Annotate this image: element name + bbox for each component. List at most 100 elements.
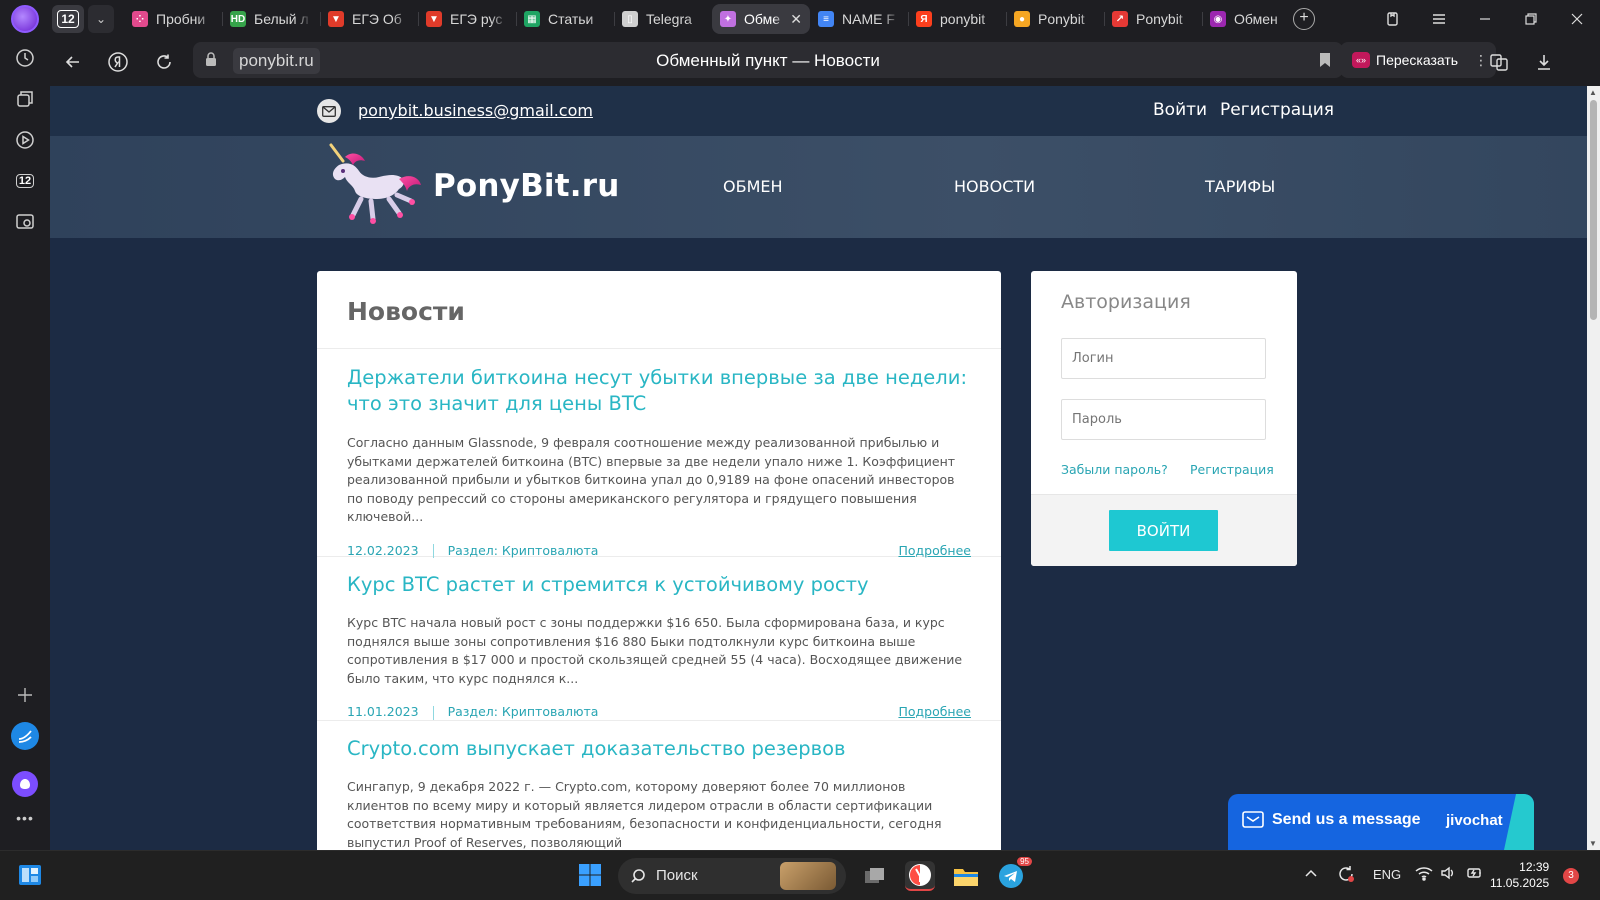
browser-tab-strip: 12 ⌄ ⁘ Пробни HD Белый л ▼ ЕГЭ Об ▼ ЕГЭ рус ▦ Ста… [0, 0, 1600, 38]
news-item-more-link[interactable]: Подробнее [898, 543, 971, 558]
more-vertical-icon[interactable]: ⋮ [1474, 52, 1488, 69]
browser-tab[interactable]: ≡ NAME F [810, 4, 908, 34]
password-input[interactable] [1061, 399, 1266, 440]
nav-tariffs-link[interactable]: ТАРИФЫ [1205, 177, 1275, 196]
browser-tab[interactable]: ▼ ЕГЭ Об [320, 4, 418, 34]
retell-label: Пересказать [1376, 52, 1459, 68]
login-input[interactable] [1061, 338, 1266, 379]
telegram-app-icon[interactable]: 95 [996, 857, 1032, 891]
unicorn-logo-icon[interactable] [325, 143, 425, 229]
news-item-title[interactable]: Держатели биткоина несут убытки впервые … [347, 365, 971, 417]
docs-icon: ≡ [818, 11, 834, 27]
news-item-title[interactable]: Курс BTC растет и стремится к устойчивом… [347, 572, 971, 598]
collections-icon[interactable] [1370, 0, 1416, 38]
browser-tab[interactable]: Яponybit [908, 4, 1006, 34]
browser-tab[interactable]: ⁘ Пробни [124, 4, 222, 34]
tab-count-button[interactable]: 12 [52, 5, 84, 33]
taskbar-search[interactable]: Поиск [618, 858, 846, 894]
more-dots-icon[interactable]: ••• [13, 806, 37, 830]
address-bar-row: ponybit.ru Обменный пункт — Новости «» П… [50, 38, 1600, 86]
browser-tab[interactable]: ◉ Обмен [1202, 4, 1300, 34]
chevron-down-icon[interactable]: ⌄ [88, 5, 114, 33]
jivochat-widget[interactable]: Send us a message jivochat [1228, 794, 1534, 850]
windows-taskbar: Поиск 95 ENG 12:39 11.05.2025 3 [0, 850, 1600, 900]
news-item-date: 11.01.2023 [347, 704, 419, 719]
envelope-icon [317, 99, 341, 123]
browser-tab-label: NAME F [842, 11, 895, 27]
speaker-icon[interactable] [1440, 865, 1456, 884]
news-item: Crypto.com выпускает доказательство резе… [317, 721, 1001, 850]
windows-start-icon[interactable] [578, 863, 602, 887]
browser-tab[interactable]: HD Белый л [222, 4, 320, 34]
notification-badge[interactable]: 3 [1563, 868, 1579, 884]
wifi-icon[interactable] [1415, 865, 1433, 884]
site-logo-text[interactable]: PonyBit.ru [433, 168, 620, 204]
tabs-stack-icon[interactable] [13, 87, 37, 111]
history-icon[interactable] [13, 46, 37, 70]
minimize-icon[interactable] [1462, 0, 1508, 38]
back-arrow-icon[interactable] [61, 50, 85, 74]
email-link[interactable]: ponybit.business@gmail.com [358, 101, 593, 120]
web-page: ponybit.business@gmail.com Войти Регистр… [50, 86, 1587, 850]
clock-date: 11.05.2025 [1490, 876, 1550, 890]
page-scrollbar[interactable]: ▲ ▼ [1587, 86, 1600, 850]
browser-tab-label: Telegra [646, 11, 692, 27]
widgets-icon[interactable] [18, 863, 42, 887]
browser-tab[interactable]: ✦ Обме ✕ [712, 4, 810, 34]
browser-tab-label: Белый л [254, 11, 309, 27]
browser-tab[interactable]: ▼ ЕГЭ рус [418, 4, 516, 34]
login-submit-button[interactable]: ВОЙТИ [1109, 510, 1218, 551]
browser-profile-icon[interactable] [11, 5, 39, 33]
system-clock[interactable]: 12:39 11.05.2025 [1490, 859, 1549, 891]
browser-tab[interactable]: ● Ponybit [1006, 4, 1104, 34]
browser-tab-label: Ponybit [1038, 11, 1085, 27]
page-icon: ▯ [622, 11, 638, 27]
battery-charging-icon[interactable] [1465, 865, 1483, 884]
top-register-link[interactable]: Регистрация [1220, 100, 1334, 120]
telegram-unread-badge: 95 [1017, 857, 1032, 866]
nav-exchange-link[interactable]: ОБМЕН [723, 177, 783, 196]
site-header: PonyBit.ru ОБМЕН НОВОСТИ ТАРИФЫ [50, 136, 1587, 238]
unicorn-icon: ✦ [720, 11, 736, 27]
yandex-browser-app-icon[interactable] [905, 861, 935, 891]
browser-tab[interactable]: ▯ Telegra [614, 4, 712, 34]
browser-tab[interactable]: ↗ Ponybit [1104, 4, 1202, 34]
scroll-down-arrow-icon[interactable]: ▼ [1589, 839, 1597, 848]
address-bar[interactable]: ponybit.ru Обменный пункт — Новости [193, 42, 1343, 78]
download-icon[interactable] [1532, 50, 1556, 74]
nav-news-link[interactable]: НОВОСТИ [954, 177, 1035, 196]
task-view-icon[interactable] [860, 861, 890, 891]
play-icon[interactable] [13, 128, 37, 152]
scroll-up-arrow-icon[interactable]: ▲ [1589, 88, 1597, 97]
forgot-password-link[interactable]: Забыли пароль? [1061, 462, 1168, 477]
news-item-title[interactable]: Crypto.com выпускает доказательство резе… [347, 736, 971, 762]
messenger-app-icon[interactable] [11, 722, 39, 750]
news-item-section: Раздел: Криптовалюта [447, 542, 599, 558]
counter-icon[interactable]: 12 [13, 169, 37, 193]
file-explorer-icon[interactable] [951, 861, 981, 891]
yandex-logo-icon[interactable] [106, 50, 130, 74]
browser-tab[interactable]: ▦ Статьи [516, 4, 614, 34]
tray-overflow-chevron-icon[interactable] [1304, 867, 1318, 882]
jivochat-brand: jivochat [1446, 812, 1503, 829]
reload-icon[interactable] [152, 50, 176, 74]
sync-update-icon[interactable] [1336, 864, 1356, 887]
translate-icon[interactable] [1487, 50, 1511, 74]
bookmark-icon[interactable] [1319, 52, 1331, 73]
new-tab-plus-icon[interactable]: + [1293, 8, 1315, 30]
close-icon[interactable] [1554, 0, 1600, 38]
news-item-more-link[interactable]: Подробнее [898, 704, 971, 719]
auth-register-link[interactable]: Регистрация [1190, 462, 1274, 477]
input-language[interactable]: ENG [1373, 867, 1401, 882]
screenshot-icon[interactable] [13, 210, 37, 234]
top-login-link[interactable]: Войти [1153, 100, 1207, 120]
tab-close-icon[interactable]: ✕ [790, 11, 802, 28]
restore-icon[interactable] [1508, 0, 1554, 38]
alice-assistant-icon[interactable] [12, 771, 38, 797]
retell-icon: «» [1352, 52, 1370, 68]
menu-icon[interactable] [1416, 0, 1462, 38]
retell-button[interactable]: «» Пересказать ⋮ [1340, 42, 1496, 78]
scrollbar-thumb[interactable] [1590, 100, 1597, 320]
browser-tab-label: ЕГЭ рус [450, 11, 503, 27]
add-panel-plus-icon[interactable] [13, 683, 37, 707]
